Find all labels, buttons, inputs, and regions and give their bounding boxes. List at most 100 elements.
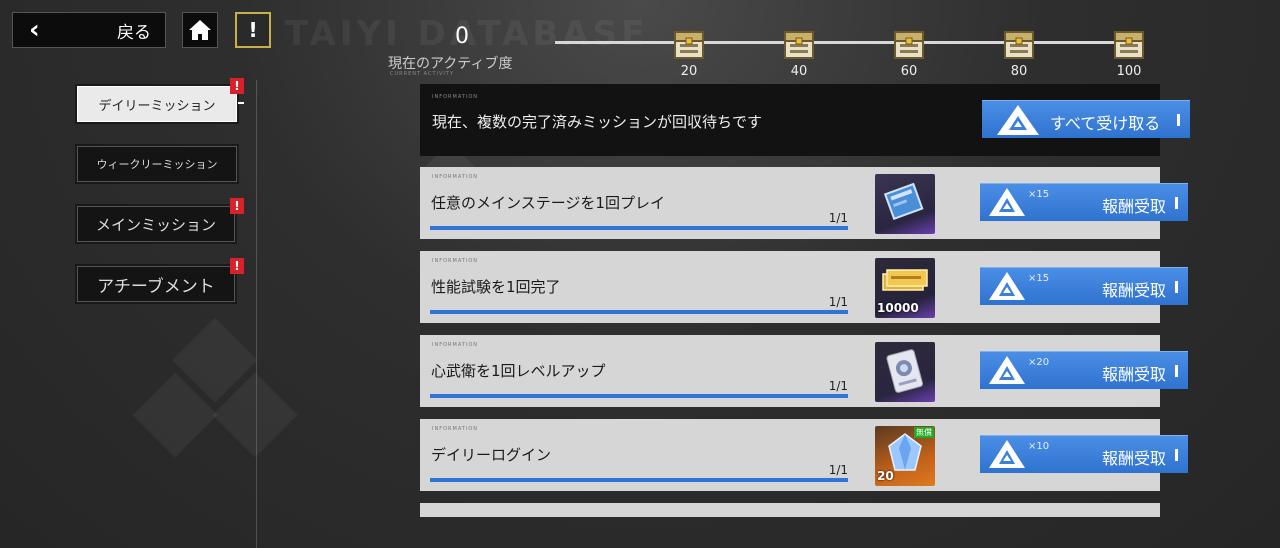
banner-tag: INFORMATION <box>432 94 479 100</box>
mission-progress-text: 1/1 <box>828 295 848 309</box>
reward-multiplier: ×20 <box>1028 357 1050 368</box>
activity-label: 現在のアクティブ度 <box>388 56 513 72</box>
button-accent <box>1175 280 1178 293</box>
mission-progress-fill <box>430 226 848 230</box>
reward-item[interactable]: 10000 <box>875 258 935 318</box>
mission-tag: INFORMATION <box>432 258 479 264</box>
reward-quantity: 10000 <box>877 301 919 315</box>
emblem-icon <box>989 188 1025 216</box>
mission-tag: INFORMATION <box>432 174 479 180</box>
mission-name: 性能試験を1回完了 <box>431 278 561 296</box>
reward-chest-40[interactable] <box>783 28 815 62</box>
reward-quantity: 20 <box>877 469 894 483</box>
reward-item[interactable]: 無償 20 <box>875 426 935 486</box>
milestone-label: 40 <box>790 64 808 79</box>
notice-button[interactable]: ! <box>235 12 271 48</box>
tab-label: デイリーミッション <box>98 98 216 114</box>
tab-achievement[interactable]: アチーブメント <box>77 266 235 302</box>
emblem-icon <box>989 272 1025 300</box>
reward-multiplier: ×15 <box>1028 189 1050 200</box>
activity-value: 0 <box>455 24 469 49</box>
button-accent <box>1175 364 1178 377</box>
reward-item[interactable] <box>875 342 935 402</box>
home-button[interactable] <box>182 12 218 48</box>
tab-label: アチーブメント <box>97 276 215 297</box>
free-tag: 無償 <box>914 427 934 438</box>
mission-row-partial <box>420 503 1160 517</box>
milestone-label: 20 <box>680 64 698 79</box>
mission-row: INFORMATION 心武衛を1回レベルアップ 1/1 ×20 報酬受取 <box>420 335 1188 407</box>
milestone-label: 60 <box>900 64 918 79</box>
claim-all-label: すべて受け取る <box>1050 114 1161 133</box>
mission-name: 心武衛を1回レベルアップ <box>431 362 606 380</box>
mission-name: デイリーログイン <box>431 446 552 464</box>
notification-badge: ! <box>230 78 244 94</box>
activity-sub-label: CURRENT ACTIVITY <box>390 71 454 77</box>
mission-progress-text: 1/1 <box>828 211 848 225</box>
active-tab-marker <box>238 102 244 104</box>
back-label: 戻る <box>117 22 151 43</box>
claim-banner: INFORMATION 現在、複数の完了済みミッションが回収待ちです すべて受け… <box>420 84 1190 156</box>
mission-progress-bar <box>430 394 848 398</box>
emblem-icon <box>997 105 1039 135</box>
emblem-icon <box>989 440 1025 468</box>
chest-icon <box>674 31 704 59</box>
emblem-icon <box>989 356 1025 384</box>
claim-reward-button[interactable]: ×15 報酬受取 <box>980 267 1188 305</box>
back-button[interactable]: ‹ 戻る <box>12 12 166 48</box>
reward-multiplier: ×15 <box>1028 273 1050 284</box>
claim-reward-button[interactable]: ×15 報酬受取 <box>980 183 1188 221</box>
exclamation-icon: ! <box>248 18 258 42</box>
chest-icon <box>784 31 814 59</box>
chest-icon <box>1004 31 1034 59</box>
ticket-icon <box>875 174 935 234</box>
claim-reward-button[interactable]: ×20 報酬受取 <box>980 351 1188 389</box>
reward-chest-20[interactable] <box>673 28 705 62</box>
tab-label: ウィークリーミッション <box>96 158 218 171</box>
milestone-label: 80 <box>1010 64 1028 79</box>
tab-daily[interactable]: デイリーミッション <box>77 86 237 122</box>
activity-progress-track <box>555 41 1135 44</box>
mission-name: 任意のメインステージを1回プレイ <box>431 194 665 212</box>
reward-chest-80[interactable] <box>1003 28 1035 62</box>
button-accent <box>1175 448 1178 461</box>
mission-progress-fill <box>430 478 848 482</box>
mission-progress-text: 1/1 <box>828 379 848 393</box>
chevron-left-icon: ‹ <box>29 15 40 45</box>
mission-progress-bar <box>430 226 848 230</box>
claim-label: 報酬受取 <box>1101 365 1166 384</box>
tab-weekly[interactable]: ウィークリーミッション <box>77 146 237 182</box>
mission-progress-bar <box>430 310 848 314</box>
claim-reward-button[interactable]: ×10 報酬受取 <box>980 435 1188 473</box>
tab-label: メインミッション <box>95 215 216 234</box>
button-accent <box>1175 196 1178 209</box>
mission-row: INFORMATION デイリーログイン 1/1 無償 20 ×10 報酬受取 <box>420 419 1188 491</box>
reward-multiplier: ×10 <box>1028 441 1050 452</box>
mission-progress-fill <box>430 310 848 314</box>
mission-progress-fill <box>430 394 848 398</box>
claim-label: 報酬受取 <box>1101 449 1166 468</box>
notification-badge: ! <box>230 258 244 274</box>
notification-badge: ! <box>230 198 244 214</box>
claim-label: 報酬受取 <box>1101 197 1166 216</box>
divider <box>256 80 257 548</box>
reward-chest-100[interactable] <box>1113 28 1145 62</box>
data-card-icon <box>875 342 935 402</box>
chest-icon <box>1114 31 1144 59</box>
mission-progress-bar <box>430 478 848 482</box>
button-accent <box>1177 113 1180 126</box>
claim-all-button[interactable]: すべて受け取る <box>982 100 1190 138</box>
mission-row: INFORMATION 任意のメインステージを1回プレイ 1/1 ×15 報酬受取 <box>420 167 1188 239</box>
claim-label: 報酬受取 <box>1101 281 1166 300</box>
mission-tag: INFORMATION <box>432 426 479 432</box>
reward-chest-60[interactable] <box>893 28 925 62</box>
tab-main[interactable]: メインミッション <box>77 206 235 242</box>
chest-icon <box>894 31 924 59</box>
milestone-label: 100 <box>1116 64 1142 79</box>
mission-progress-text: 1/1 <box>828 463 848 477</box>
mission-row: INFORMATION 性能試験を1回完了 1/1 10000 ×15 報酬受取 <box>420 251 1188 323</box>
home-icon <box>189 20 211 40</box>
banner-text: 現在、複数の完了済みミッションが回収待ちです <box>432 113 763 131</box>
reward-item[interactable] <box>875 174 935 234</box>
mission-tag: INFORMATION <box>432 342 479 348</box>
